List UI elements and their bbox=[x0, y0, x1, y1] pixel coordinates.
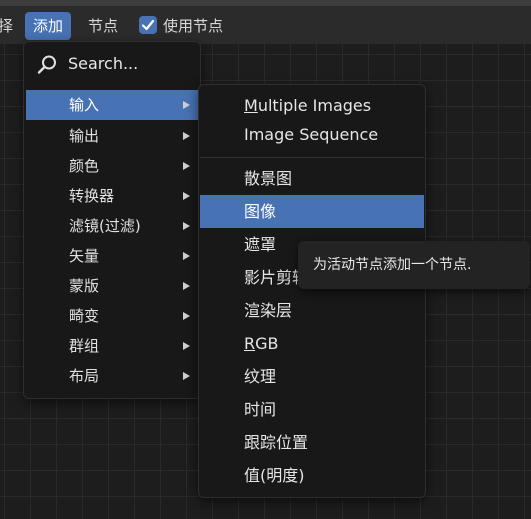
header-menu-node[interactable]: 节点 bbox=[88, 12, 118, 40]
submenu-divider bbox=[200, 157, 424, 158]
menu-item-input[interactable]: 输入 bbox=[26, 90, 198, 120]
submenu-item-bokeh-image[interactable]: 散景图 bbox=[200, 162, 424, 195]
menu-item-label: 转换器 bbox=[69, 187, 115, 205]
submenu-arrow-icon bbox=[183, 192, 190, 200]
menu-item-label: 输出 bbox=[69, 127, 100, 145]
submenu-item-label: 时间 bbox=[244, 400, 277, 419]
tooltip: 为活动节点添加一个节点. bbox=[298, 241, 530, 289]
submenu-item-label: 散景图 bbox=[244, 169, 293, 188]
submenu-item-label: 遮罩 bbox=[244, 235, 277, 254]
search-icon bbox=[37, 55, 56, 74]
submenu-arrow-icon bbox=[183, 312, 190, 320]
submenu-item-label: 渲染层 bbox=[244, 301, 293, 320]
submenu-item-label: 纹理 bbox=[244, 367, 277, 386]
menu-item-label: 布局 bbox=[69, 367, 100, 385]
menu-item-filter[interactable]: 滤镜(过滤) bbox=[26, 211, 198, 241]
header-top-strip bbox=[0, 0, 531, 6]
submenu-arrow-icon bbox=[183, 342, 190, 350]
submenu-item-label: 值(明度) bbox=[244, 466, 305, 485]
editor-header: 择 添加 节点 使用节点 bbox=[0, 0, 531, 44]
menu-item-label: 颜色 bbox=[69, 157, 100, 175]
submenu-item-image-sequence[interactable]: Image Sequence bbox=[200, 118, 424, 151]
tooltip-text: 为活动节点添加一个节点. bbox=[313, 257, 472, 273]
menu-item-label: 蒙版 bbox=[69, 277, 100, 295]
use-nodes-label[interactable]: 使用节点 bbox=[163, 12, 223, 40]
header-menu-select-truncated[interactable]: 择 bbox=[0, 12, 13, 40]
submenu-item-value[interactable]: 值(明度) bbox=[200, 459, 424, 492]
menu-item-label: 滤镜(过滤) bbox=[69, 217, 141, 235]
submenu-arrow-icon bbox=[183, 372, 190, 380]
submenu-arrow-icon bbox=[183, 162, 190, 170]
menu-item-matte[interactable]: 蒙版 bbox=[26, 271, 198, 301]
submenu-item-label: RGB bbox=[244, 334, 279, 353]
node-editor-window: 择 添加 节点 使用节点 Search... 输入 输出 颜色 转换器 滤镜(过… bbox=[0, 0, 531, 519]
checkmark-icon bbox=[141, 19, 155, 31]
menu-search[interactable]: Search... bbox=[32, 48, 192, 80]
submenu-arrow-icon bbox=[183, 252, 190, 260]
submenu-item-texture[interactable]: 纹理 bbox=[200, 360, 424, 393]
use-nodes-checkbox[interactable] bbox=[139, 16, 157, 34]
submenu-item-label: 跟踪位置 bbox=[244, 433, 309, 452]
menu-item-color[interactable]: 颜色 bbox=[26, 151, 198, 181]
menu-item-layout[interactable]: 布局 bbox=[26, 361, 198, 391]
menu-item-converter[interactable]: 转换器 bbox=[26, 181, 198, 211]
header-menu-add[interactable]: 添加 bbox=[25, 12, 72, 40]
menu-item-vector[interactable]: 矢量 bbox=[26, 241, 198, 271]
submenu-arrow-icon bbox=[183, 101, 190, 109]
submenu-item-label: 图像 bbox=[244, 202, 277, 221]
menu-item-label: 畸变 bbox=[69, 307, 100, 325]
submenu-arrow-icon bbox=[183, 222, 190, 230]
menu-item-label: 输入 bbox=[69, 96, 100, 114]
submenu-arrow-icon bbox=[183, 132, 190, 140]
submenu-arrow-icon bbox=[183, 282, 190, 290]
menu-item-output[interactable]: 输出 bbox=[26, 121, 198, 151]
submenu-item-render-layers[interactable]: 渲染层 bbox=[200, 294, 424, 327]
submenu-item-image[interactable]: 图像 bbox=[200, 195, 424, 228]
menu-item-label: 群组 bbox=[69, 337, 100, 355]
submenu-item-label: Image Sequence bbox=[244, 125, 379, 144]
menu-item-distort[interactable]: 畸变 bbox=[26, 301, 198, 331]
submenu-item-time[interactable]: 时间 bbox=[200, 393, 424, 426]
submenu-item-rgb[interactable]: RGB bbox=[200, 327, 424, 360]
search-label: Search... bbox=[68, 54, 139, 73]
menu-item-group[interactable]: 群组 bbox=[26, 331, 198, 361]
input-submenu: Multiple Images Image Sequence 散景图 图像 遮罩… bbox=[198, 84, 426, 498]
submenu-item-track-position[interactable]: 跟踪位置 bbox=[200, 426, 424, 459]
add-menu: Search... 输入 输出 颜色 转换器 滤镜(过滤) 矢量 蒙版 畸变 群… bbox=[23, 41, 201, 399]
menu-item-label: 矢量 bbox=[69, 247, 100, 265]
